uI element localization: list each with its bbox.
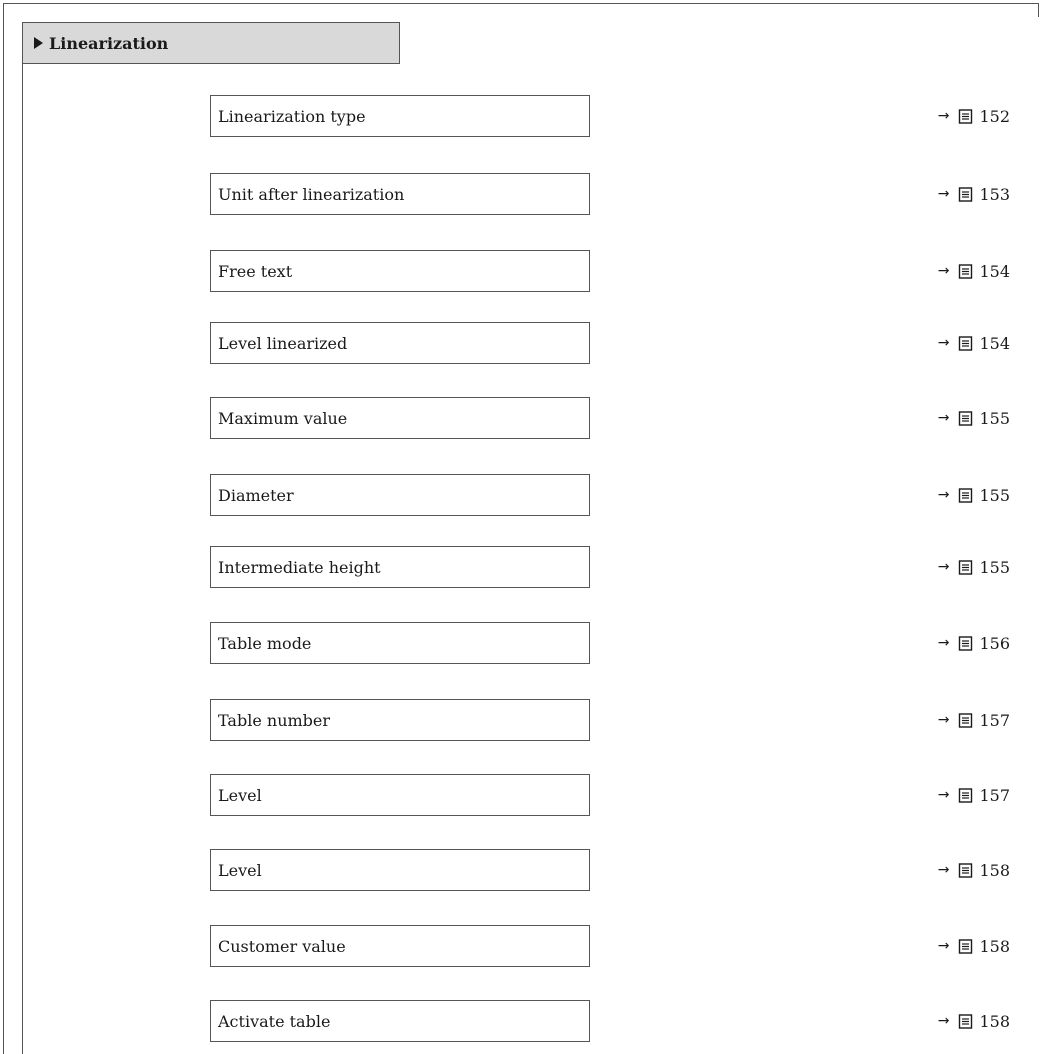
page-number: 155 <box>979 408 1010 428</box>
arrow-right-icon: → <box>937 335 950 351</box>
page-reference-link[interactable]: → 153 <box>880 173 1010 215</box>
param-customer-value[interactable]: Customer value <box>210 925 590 967</box>
param-intermediate-height[interactable]: Intermediate height <box>210 546 590 588</box>
book-page-icon <box>959 712 973 728</box>
param-label: Maximum value <box>218 408 348 428</box>
param-row: Linearization type → 152 <box>0 95 1042 137</box>
book-page-icon <box>959 1013 973 1029</box>
param-row: Level → 157 <box>0 774 1042 816</box>
arrow-right-icon: → <box>937 938 950 954</box>
param-level-linearized[interactable]: Level linearized <box>210 322 590 364</box>
arrow-right-icon: → <box>937 186 950 202</box>
page-reference-link[interactable]: → 157 <box>880 699 1010 741</box>
arrow-right-icon: → <box>937 712 950 728</box>
param-row: Maximum value → 155 <box>0 397 1042 439</box>
page-reference-link[interactable]: → 156 <box>880 622 1010 664</box>
page-reference-link[interactable]: → 154 <box>880 250 1010 292</box>
arrow-right-icon: → <box>937 487 950 503</box>
book-page-icon <box>959 787 973 803</box>
param-row: Customer value → 158 <box>0 925 1042 967</box>
page-reference-link[interactable]: → 155 <box>880 474 1010 516</box>
book-page-icon <box>959 108 973 124</box>
book-page-icon <box>959 186 973 202</box>
page-reference-link[interactable]: → 155 <box>880 546 1010 588</box>
page-number: 158 <box>979 1011 1010 1031</box>
param-table-number[interactable]: Table number <box>210 699 590 741</box>
page-reference-link[interactable]: → 157 <box>880 774 1010 816</box>
page-number: 155 <box>979 485 1010 505</box>
page-reference-link[interactable]: → 158 <box>880 925 1010 967</box>
arrow-right-icon: → <box>937 862 950 878</box>
param-unit-after-linearization[interactable]: Unit after linearization <box>210 173 590 215</box>
page-number: 154 <box>979 261 1010 281</box>
param-label: Table mode <box>218 633 312 653</box>
param-label: Linearization type <box>218 106 366 126</box>
arrow-right-icon: → <box>937 108 950 124</box>
param-maximum-value[interactable]: Maximum value <box>210 397 590 439</box>
book-page-icon <box>959 938 973 954</box>
param-label: Level <box>218 860 262 880</box>
param-linearization-type[interactable]: Linearization type <box>210 95 590 137</box>
page-reference-link[interactable]: → 158 <box>880 849 1010 891</box>
page-number: 158 <box>979 860 1010 880</box>
page-number: 154 <box>979 333 1010 353</box>
page-number: 157 <box>979 785 1010 805</box>
book-page-icon <box>959 335 973 351</box>
param-level[interactable]: Level <box>210 849 590 891</box>
arrow-right-icon: → <box>937 410 950 426</box>
book-page-icon <box>959 263 973 279</box>
param-label: Free text <box>218 261 293 281</box>
book-page-icon <box>959 410 973 426</box>
param-activate-table[interactable]: Activate table <box>210 1000 590 1042</box>
param-label: Level <box>218 785 262 805</box>
param-row: Table mode → 156 <box>0 622 1042 664</box>
arrow-right-icon: → <box>937 635 950 651</box>
param-label: Activate table <box>218 1011 331 1031</box>
param-label: Unit after linearization <box>218 184 405 204</box>
book-page-icon <box>959 862 973 878</box>
page-number: 152 <box>979 106 1010 126</box>
param-row: Diameter → 155 <box>0 474 1042 516</box>
param-row: Table number → 157 <box>0 699 1042 741</box>
book-page-icon <box>959 635 973 651</box>
param-table-mode[interactable]: Table mode <box>210 622 590 664</box>
book-page-icon <box>959 487 973 503</box>
param-label: Customer value <box>218 936 346 956</box>
param-label: Intermediate height <box>218 557 381 577</box>
param-free-text[interactable]: Free text <box>210 250 590 292</box>
param-row: Free text → 154 <box>0 250 1042 292</box>
page-number: 155 <box>979 557 1010 577</box>
param-row: Unit after linearization → 153 <box>0 173 1042 215</box>
param-row: Level linearized → 154 <box>0 322 1042 364</box>
page-number: 157 <box>979 710 1010 730</box>
page-number: 156 <box>979 633 1010 653</box>
param-label: Diameter <box>218 485 294 505</box>
parameter-list: Linearization type → 152 Unit after line… <box>0 0 1042 1054</box>
page-reference-link[interactable]: → 154 <box>880 322 1010 364</box>
param-label: Table number <box>218 710 331 730</box>
book-page-icon <box>959 559 973 575</box>
param-row: Activate table → 158 <box>0 1000 1042 1042</box>
param-diameter[interactable]: Diameter <box>210 474 590 516</box>
param-row: Intermediate height → 155 <box>0 546 1042 588</box>
param-row: Level → 158 <box>0 849 1042 891</box>
param-label: Level linearized <box>218 333 348 353</box>
arrow-right-icon: → <box>937 263 950 279</box>
page-number: 153 <box>979 184 1010 204</box>
page-reference-link[interactable]: → 155 <box>880 397 1010 439</box>
page-reference-link[interactable]: → 158 <box>880 1000 1010 1042</box>
arrow-right-icon: → <box>937 1013 950 1029</box>
page-reference-link[interactable]: → 152 <box>880 95 1010 137</box>
param-level[interactable]: Level <box>210 774 590 816</box>
page-number: 158 <box>979 936 1010 956</box>
arrow-right-icon: → <box>937 559 950 575</box>
arrow-right-icon: → <box>937 787 950 803</box>
